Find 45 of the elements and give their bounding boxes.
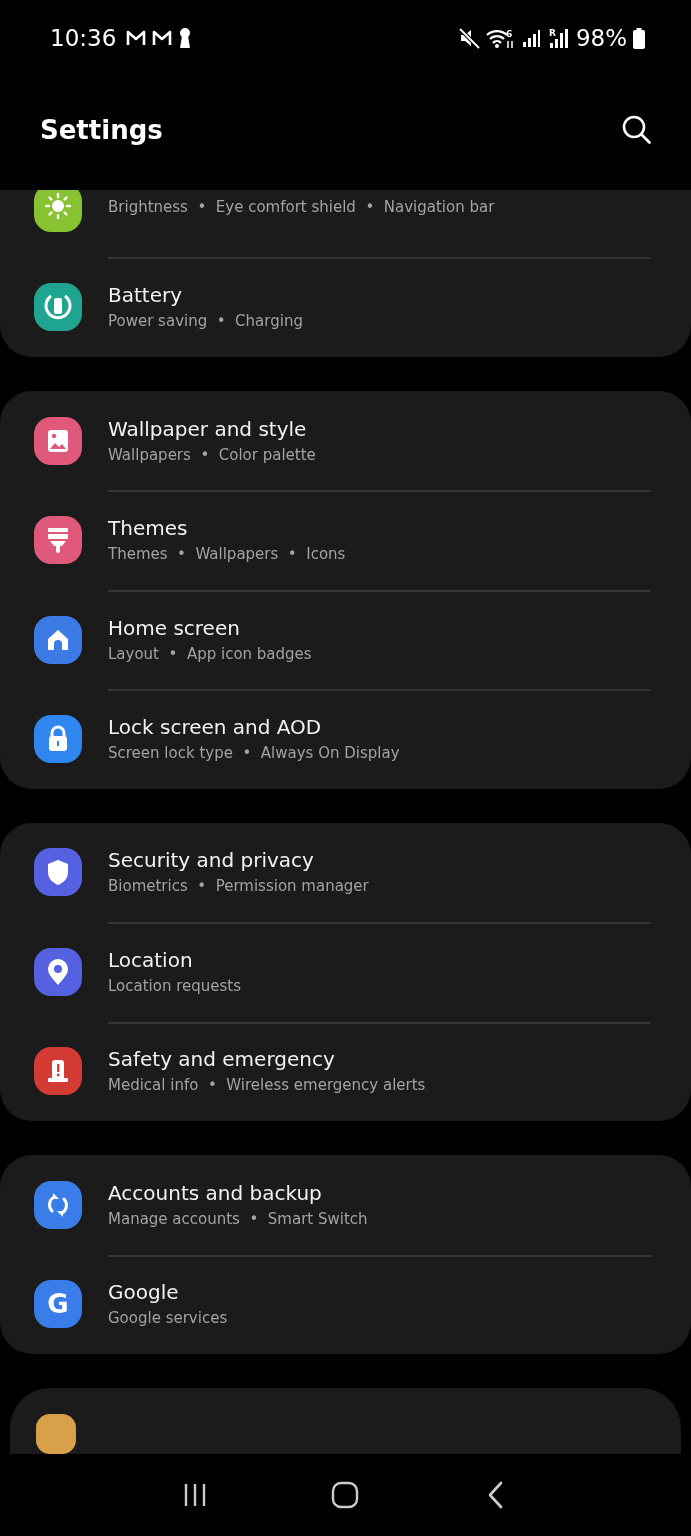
item-subtitle: Biometrics • Permission manager xyxy=(108,876,369,898)
clock-time: 10:36 xyxy=(50,25,117,51)
home-button[interactable] xyxy=(330,1480,361,1510)
settings-item[interactable]: Themes Themes • Wallpapers • Icons xyxy=(0,490,691,590)
settings-item[interactable]: Brightness • Eye comfort shield • Navigation bar xyxy=(0,190,691,258)
item-subtitle: Manage accounts • Smart Switch xyxy=(108,1208,368,1230)
signal-icon xyxy=(521,28,542,48)
keyhole-icon xyxy=(178,27,193,49)
item-subtitle: Power saving • Charging xyxy=(108,311,303,333)
item-title: Themes xyxy=(108,515,189,542)
item-subtitle: Google services xyxy=(108,1308,228,1330)
mail-icon xyxy=(126,28,147,48)
page-title: Settings xyxy=(40,115,163,145)
battery-icon xyxy=(633,27,645,49)
item-subtitle: Wallpapers • Color palette xyxy=(108,444,316,466)
item-title: Location xyxy=(108,946,194,973)
item-title: Safety and emergency xyxy=(108,1046,336,1073)
settings-item[interactable]: Safety and emergency Medical info • Wireless emergency alerts xyxy=(0,1021,691,1122)
battery-percent: 98% xyxy=(575,25,627,51)
settings-item[interactable]: Security and privacy Biometrics • Permission manager xyxy=(0,822,691,923)
search-icon[interactable] xyxy=(621,114,653,146)
mail-icon xyxy=(152,28,173,48)
item-subtitle: Layout • App icon badges xyxy=(108,643,312,665)
settings-item[interactable]: Battery Power saving • Charging xyxy=(0,257,691,357)
item-title: Google xyxy=(108,1279,180,1306)
item-subtitle: Medical info • Wireless emergency alerts xyxy=(108,1075,426,1097)
item-subtitle: Location requests xyxy=(108,975,242,997)
item-subtitle: Themes • Wallpapers • Icons xyxy=(108,544,346,566)
settings-item[interactable]: Home screen Layout • App icon badges xyxy=(0,589,691,690)
mute-icon xyxy=(457,27,480,49)
item-title: Home screen xyxy=(108,614,241,641)
settings-item[interactable]: Location Location requests xyxy=(0,922,691,1022)
item-subtitle: Screen lock type • Always On Display xyxy=(108,743,400,764)
settings-item[interactable]: G Google Google services xyxy=(0,1254,691,1354)
item-subtitle: Brightness • Eye comfort shield • Navigation bar xyxy=(108,197,495,219)
item-title: Wallpaper and style xyxy=(108,415,308,442)
item-title: Accounts and backup xyxy=(108,1179,323,1206)
app-icon xyxy=(36,1414,76,1454)
letter-icon: G xyxy=(34,1280,82,1329)
item-title: Security and privacy xyxy=(108,847,315,874)
settings-item[interactable]: Wallpaper and style Wallpapers • Color palette xyxy=(0,390,691,491)
settings-item[interactable]: Accounts and backup Manage accounts • Smart Switch xyxy=(0,1155,691,1255)
item-title: Lock screen and AOD xyxy=(108,714,323,740)
item-title: Battery xyxy=(108,282,184,309)
settings-item[interactable]: Lock screen and AOD Screen lock type • Always On Display xyxy=(0,689,691,789)
